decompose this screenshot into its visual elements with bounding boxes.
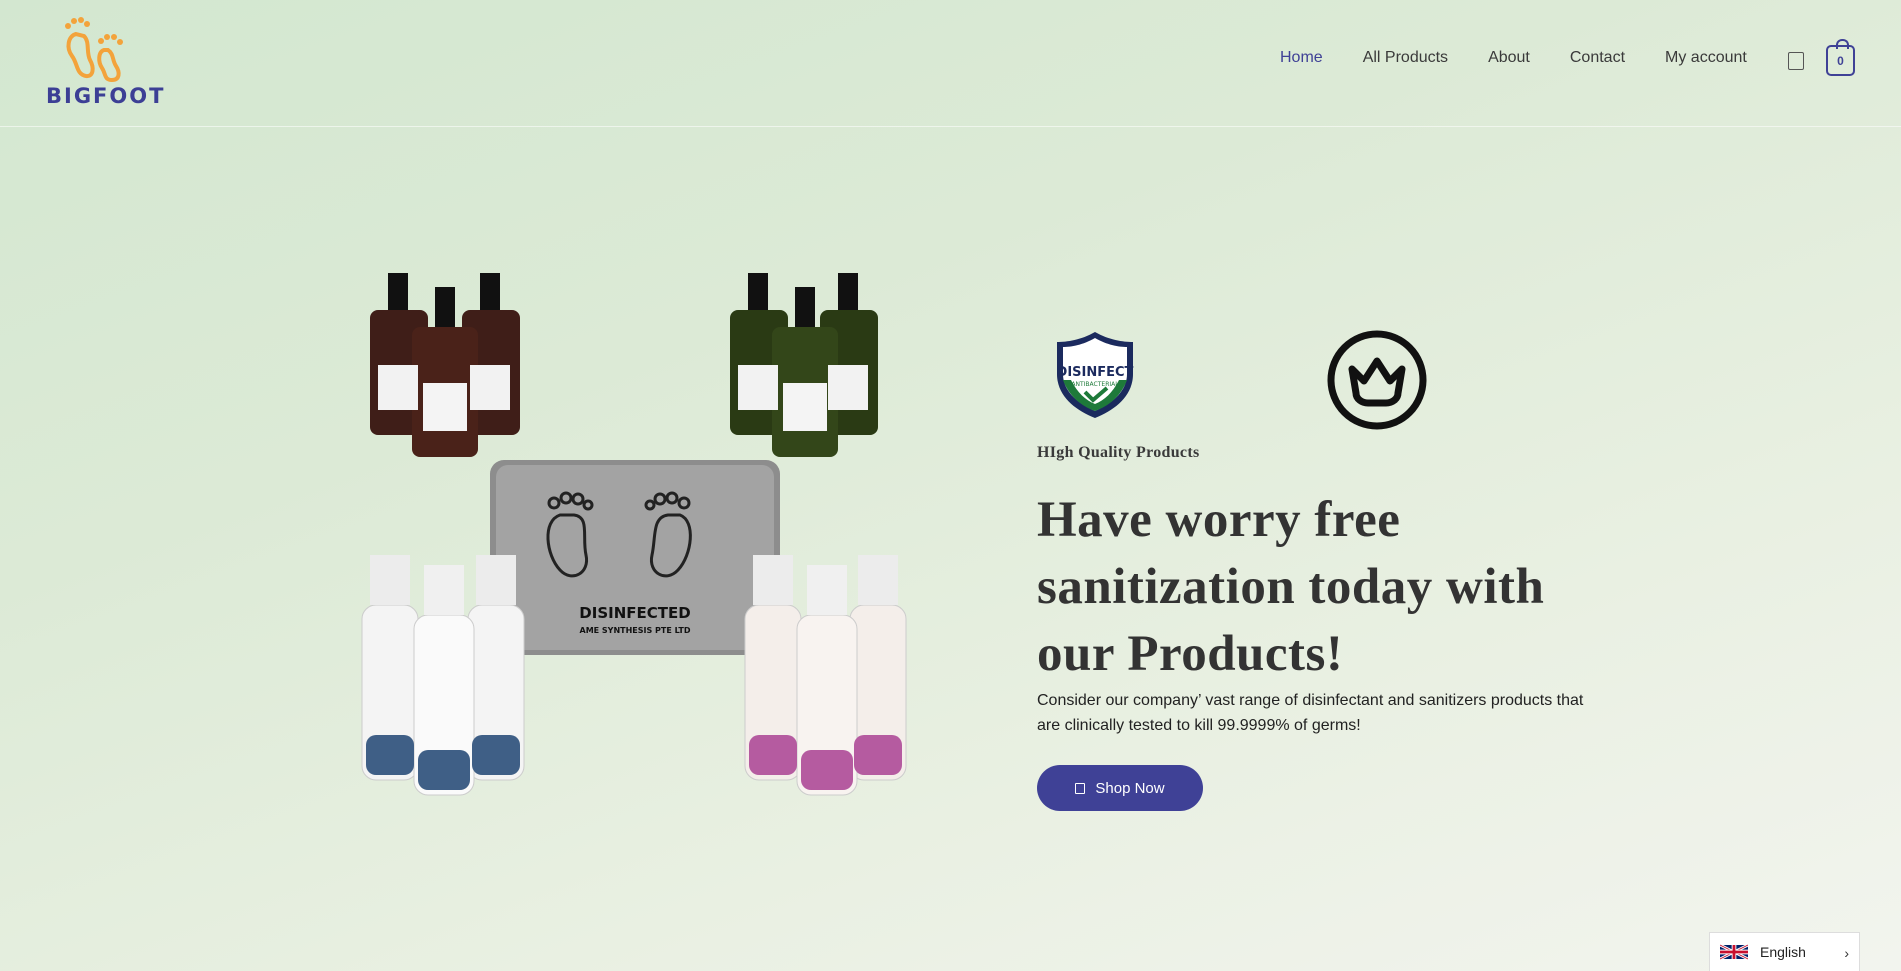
cart-button[interactable]: 0 xyxy=(1826,39,1855,76)
hero-product-image: DISINFECTED AME SYNTHESIS PTE LTD xyxy=(350,265,910,825)
language-switcher[interactable]: English › xyxy=(1709,932,1860,971)
bigfoot-logo[interactable]: BIGFOOT xyxy=(46,12,166,112)
badge-line2: ANTIBACTERIAL xyxy=(1071,381,1119,388)
shop-now-button[interactable]: Shop Now xyxy=(1037,765,1203,811)
cart-count: 0 xyxy=(1837,53,1844,68)
chevron-right-icon: › xyxy=(1844,945,1849,961)
nav-contact[interactable]: Contact xyxy=(1570,49,1625,67)
hero-headline: Have worry free sanitization today with … xyxy=(1037,492,1545,682)
footprints-logo-icon xyxy=(65,17,123,83)
search-icon[interactable] xyxy=(1788,52,1804,70)
hero-subtitle: HIgh Quality Products xyxy=(1037,444,1200,461)
mat-title: DISINFECTED xyxy=(579,604,690,622)
products-illustration: DISINFECTED AME SYNTHESIS PTE LTD xyxy=(361,273,907,796)
nav-my-account[interactable]: My account xyxy=(1665,49,1747,67)
main-nav: Home All Products About Contact My accou… xyxy=(1280,49,1787,67)
shopping-bag-icon xyxy=(1075,782,1086,794)
uk-flag-icon xyxy=(1720,943,1748,961)
disinfect-badge-icon: DISINFECT ANTIBACTERIAL xyxy=(1053,330,1137,420)
logo-text: BIGFOOT xyxy=(46,84,166,108)
hero-description: Consider our company’ vast range of disi… xyxy=(1037,692,1584,734)
shop-now-label: Shop Now xyxy=(1095,779,1165,797)
nav-about[interactable]: About xyxy=(1488,49,1530,67)
mat-subtitle: AME SYNTHESIS PTE LTD xyxy=(580,626,691,635)
language-label: English xyxy=(1760,944,1806,960)
badge-line1: DISINFECT xyxy=(1057,365,1134,380)
nav-home[interactable]: Home xyxy=(1280,49,1323,67)
nav-all-products[interactable]: All Products xyxy=(1363,49,1448,67)
crown-icon xyxy=(1326,329,1428,431)
site-header: BIGFOOT Home All Products About Contact … xyxy=(0,0,1901,127)
